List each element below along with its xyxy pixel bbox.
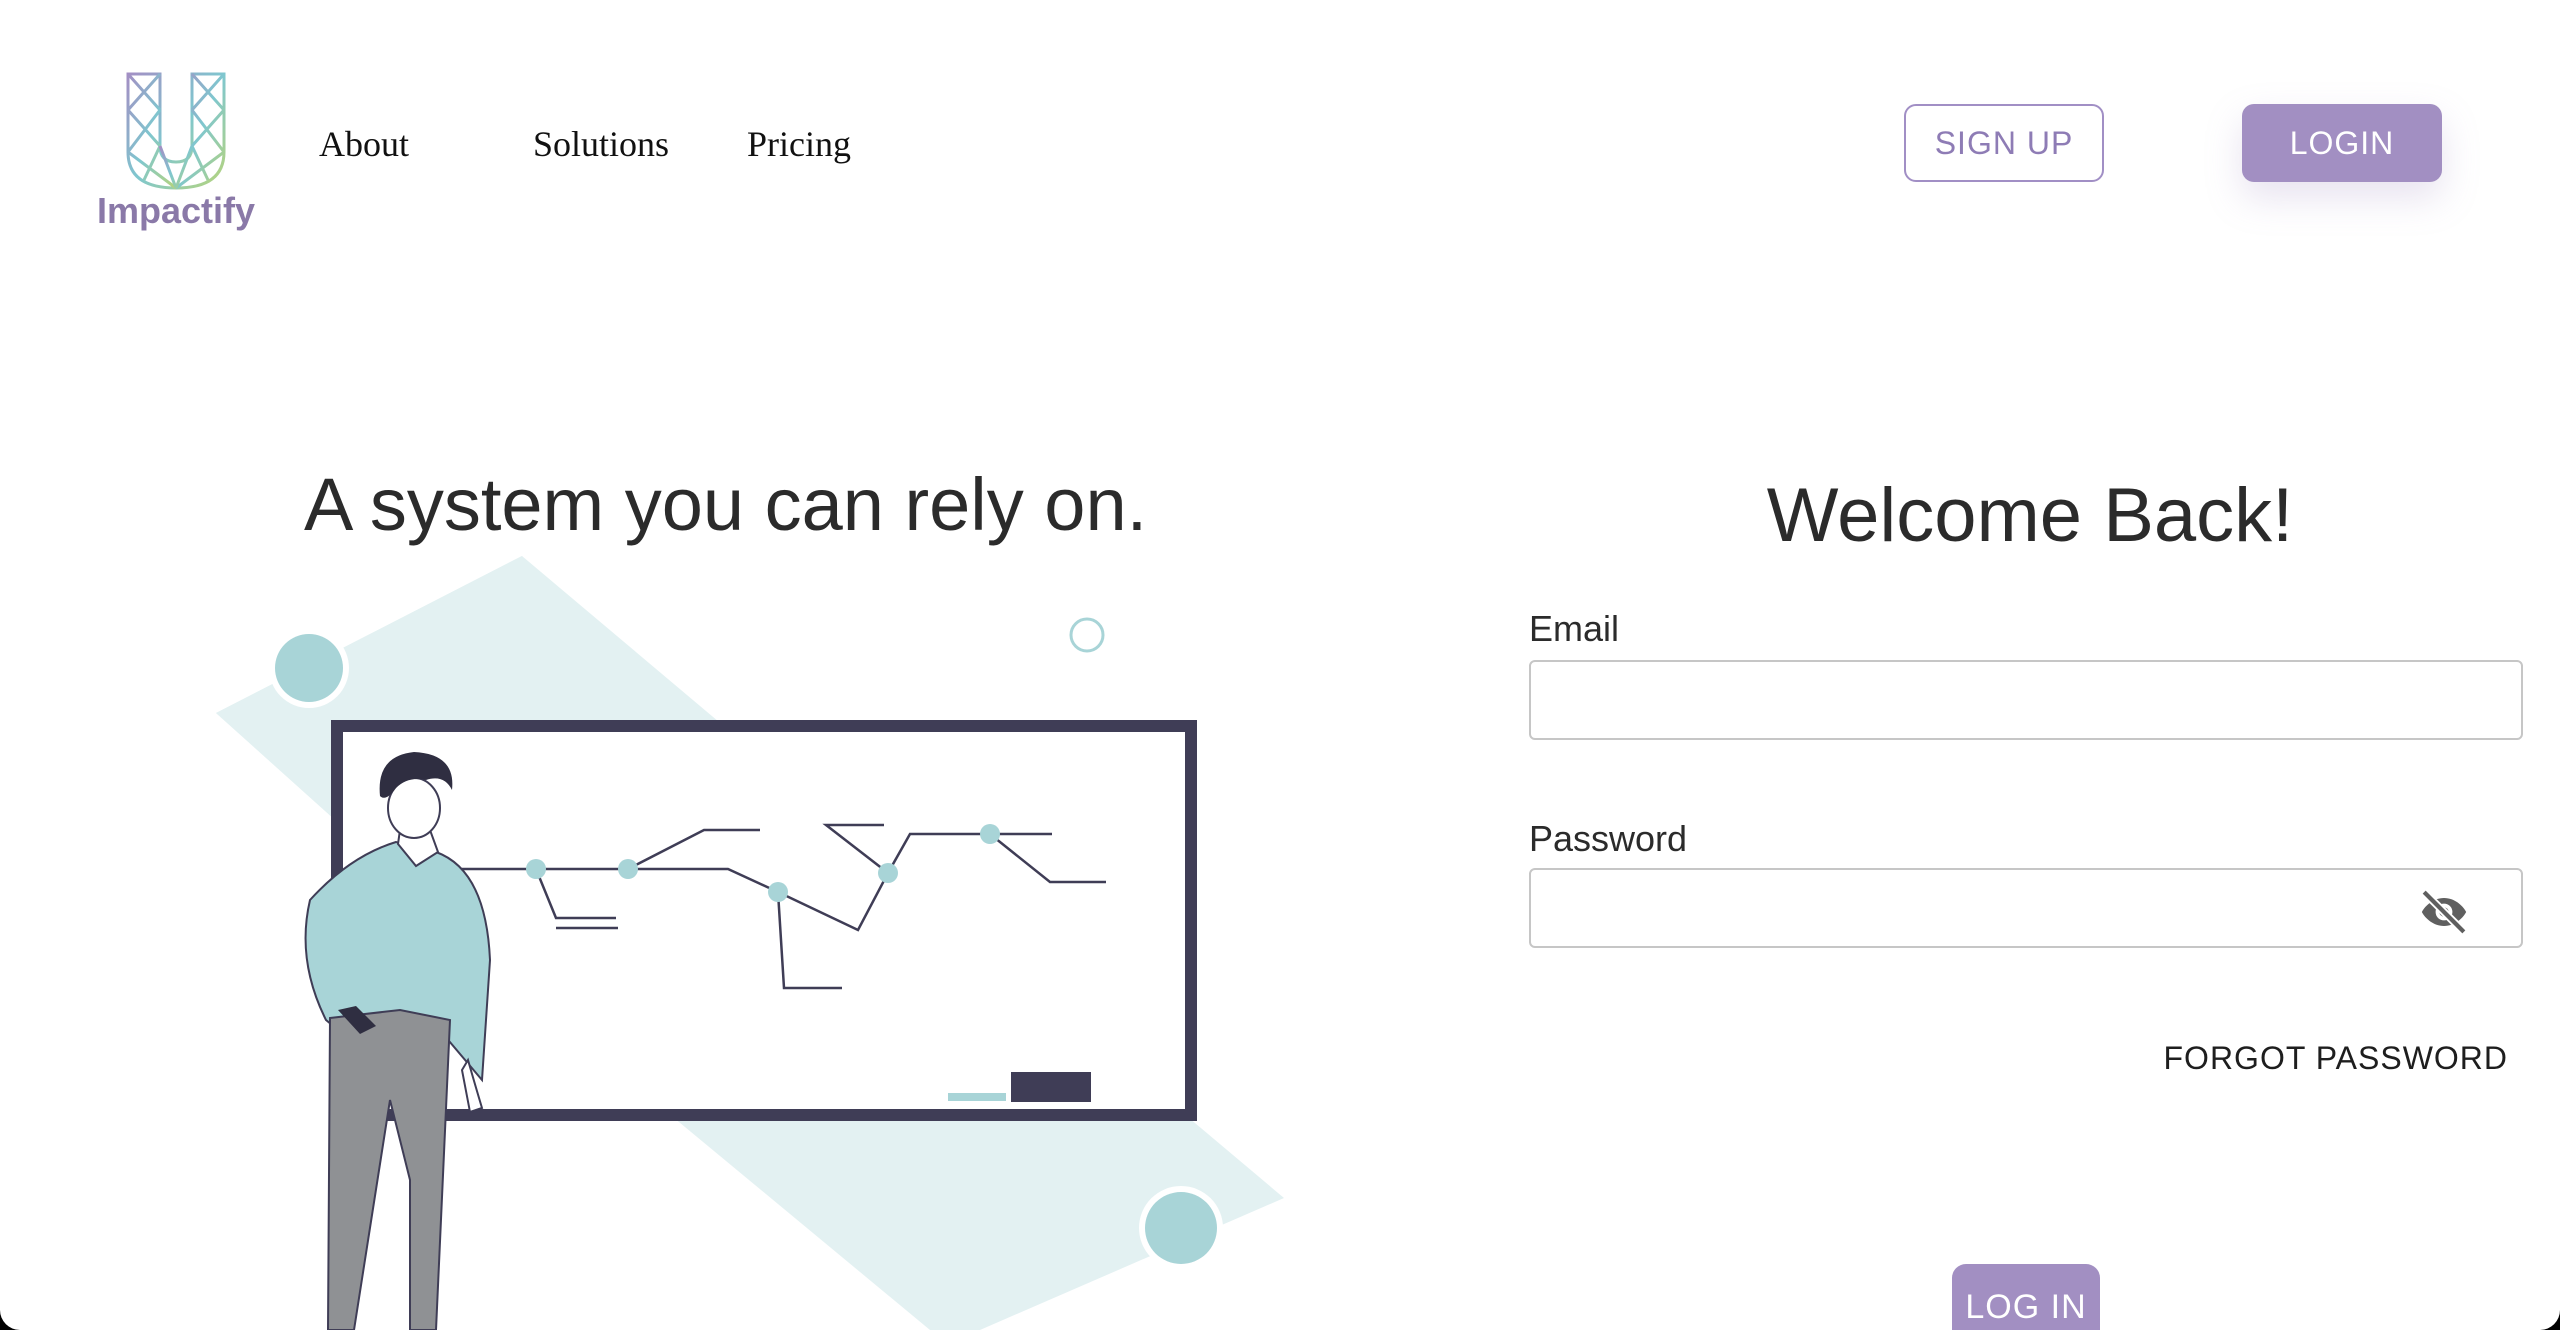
impactify-u-logo-icon <box>126 72 226 190</box>
signup-button[interactable]: SIGN UP <box>1904 104 2104 182</box>
brand-logo[interactable]: Impactify <box>96 70 256 240</box>
nav-solutions[interactable]: Solutions <box>533 120 669 168</box>
header-login-button[interactable]: LOGIN <box>2242 104 2442 182</box>
login-submit-button[interactable]: LOG IN <box>1952 1264 2100 1330</box>
hero-title: A system you can rely on. <box>304 463 1148 546</box>
nav-about[interactable]: About <box>319 120 409 168</box>
decor-circle-outline <box>1069 617 1105 653</box>
welcome-heading: Welcome Back! <box>1766 473 2294 558</box>
email-field[interactable] <box>1529 660 2523 740</box>
login-page: Impactify About Solutions Pricing SIGN U… <box>0 0 2560 1330</box>
password-field[interactable] <box>1529 868 2523 948</box>
eye-slash-icon[interactable] <box>2416 884 2472 940</box>
board-eraser <box>1011 1072 1091 1102</box>
board-marker <box>948 1093 1006 1101</box>
whiteboard-presenter-illustration <box>216 556 1284 1330</box>
brand-name: Impactify <box>96 190 256 231</box>
nav-pricing[interactable]: Pricing <box>747 120 851 168</box>
password-label: Password <box>1529 818 1688 859</box>
email-label: Email <box>1529 608 1620 649</box>
forgot-password-link[interactable]: FORGOT PASSWORD <box>2164 1040 2509 1077</box>
